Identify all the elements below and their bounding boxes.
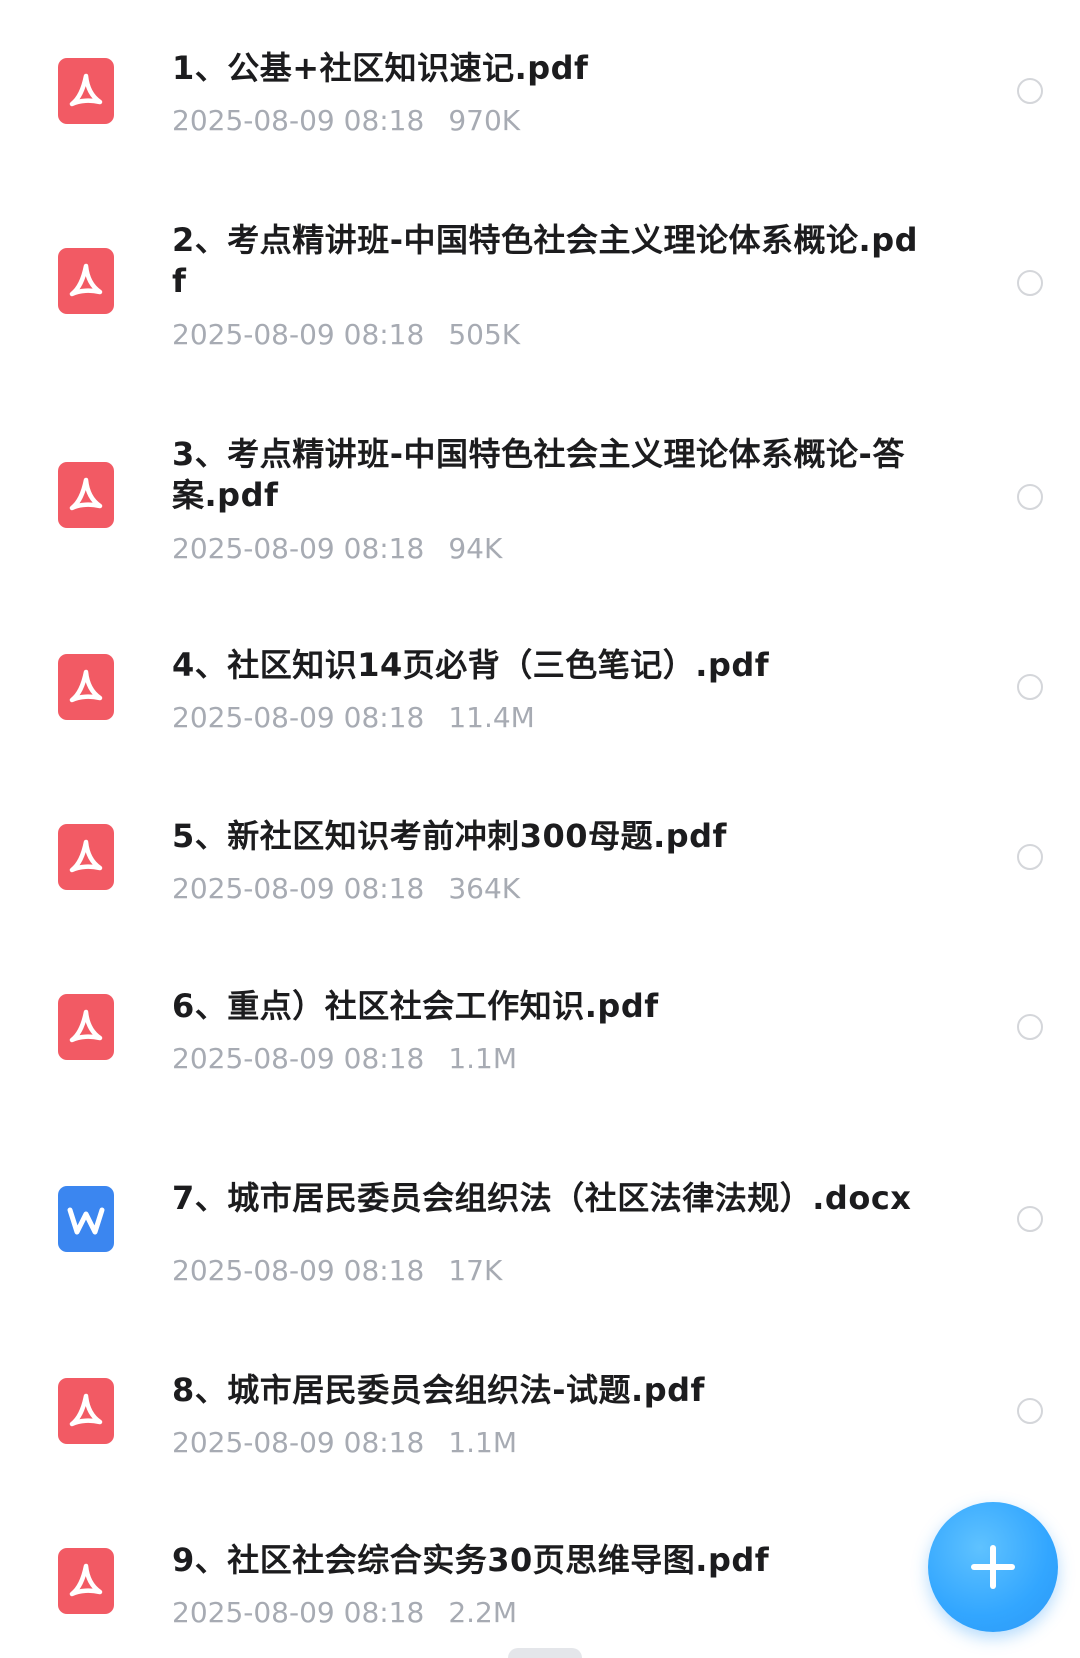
file-name: 2、考点精讲班-中国特色社会主义理论体系概论.pdf [172,221,919,300]
file-size: 94K [448,532,503,565]
file-date: 2025-08-09 08:18 [172,1254,425,1287]
select-checkbox[interactable] [1017,674,1043,700]
file-date: 2025-08-09 08:18 [172,318,425,351]
file-size: 505K [448,318,521,351]
select-checkbox[interactable] [1017,1014,1043,1040]
file-name: 4、社区知识14页必背（三色笔记）.pdf [172,646,770,684]
pdf-icon [58,58,114,124]
plus-icon-stroke [990,1545,996,1589]
file-size: 970K [448,104,521,137]
select-checkbox[interactable] [1017,270,1043,296]
select-checkbox[interactable] [1017,484,1043,510]
add-button[interactable] [928,1502,1058,1632]
file-name: 7、城市居民委员会组织法（社区法律法规）.docx [172,1179,912,1217]
file-meta: 2025-08-09 08:18 94K [172,532,502,566]
file-date: 2025-08-09 08:18 [172,701,425,734]
file-list-screen: 1、公基+社区知识速记.pdf 2025-08-09 08:18 970K 2、考… [0,0,1080,1658]
file-name: 5、新社区知识考前冲刺300母题.pdf [172,817,727,855]
pdf-icon [58,1378,114,1444]
file-meta: 2025-08-09 08:18 2.2M [172,1596,517,1630]
pdf-icon [58,994,114,1060]
file-name: 1、公基+社区知识速记.pdf [172,49,589,87]
file-meta: 2025-08-09 08:18 1.1M [172,1426,517,1460]
file-size: 2.2M [448,1596,518,1629]
select-checkbox[interactable] [1017,1398,1043,1424]
file-meta: 2025-08-09 08:18 11.4M [172,701,535,735]
file-meta: 2025-08-09 08:18 364K [172,872,520,906]
file-date: 2025-08-09 08:18 [172,532,425,565]
pdf-icon [58,462,114,528]
file-size: 1.1M [448,1426,518,1459]
select-checkbox[interactable] [1017,1206,1043,1232]
file-date: 2025-08-09 08:18 [172,1042,425,1075]
file-meta: 2025-08-09 08:18 1.1M [172,1042,517,1076]
file-meta: 2025-08-09 08:18 17K [172,1254,502,1288]
pdf-icon [58,824,114,890]
file-size: 17K [448,1254,503,1287]
file-date: 2025-08-09 08:18 [172,872,425,905]
file-date: 2025-08-09 08:18 [172,1596,425,1629]
file-name: 3、考点精讲班-中国特色社会主义理论体系概论-答案.pdf [172,435,905,514]
home-indicator [508,1648,582,1658]
file-name: 6、重点）社区社会工作知识.pdf [172,987,659,1025]
pdf-icon [58,1548,114,1614]
pdf-icon [58,654,114,720]
file-name: 9、社区社会综合实务30页思维导图.pdf [172,1541,770,1579]
file-meta: 2025-08-09 08:18 970K [172,104,520,138]
file-size: 11.4M [448,701,535,734]
select-checkbox[interactable] [1017,844,1043,870]
pdf-icon [58,248,114,314]
word-icon [58,1186,114,1252]
file-size: 364K [448,872,521,905]
file-size: 1.1M [448,1042,518,1075]
file-name: 8、城市居民委员会组织法-试题.pdf [172,1371,705,1409]
select-checkbox[interactable] [1017,78,1043,104]
file-date: 2025-08-09 08:18 [172,1426,425,1459]
file-date: 2025-08-09 08:18 [172,104,425,137]
file-meta: 2025-08-09 08:18 505K [172,318,520,352]
